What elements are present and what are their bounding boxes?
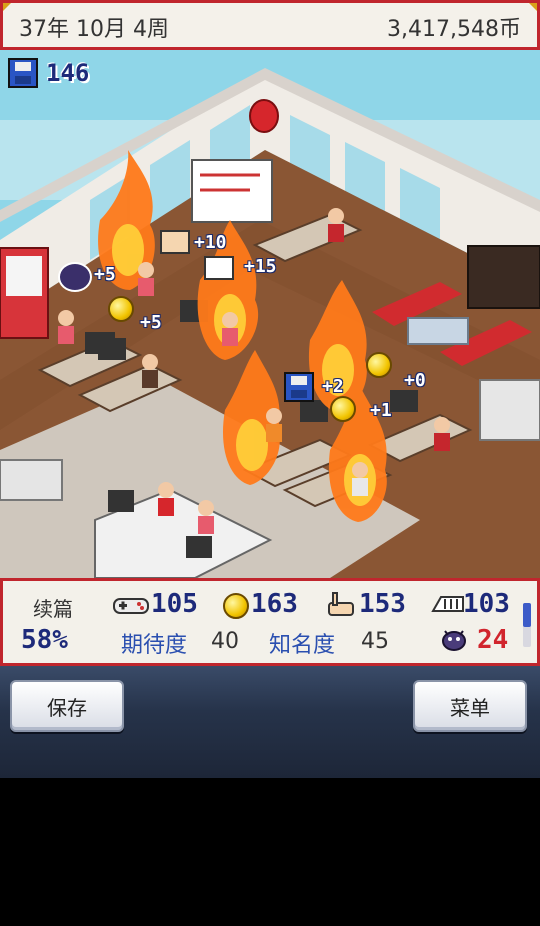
corner-ornament: [529, 3, 537, 11]
save-button-label: 保存: [47, 695, 87, 720]
bug-icon: [58, 262, 92, 292]
bug-icon: [442, 630, 466, 651]
sound-icon: [204, 256, 234, 280]
office-illustration: [0, 50, 540, 578]
controller-icon: [113, 598, 149, 614]
fame-value: 45: [361, 629, 389, 654]
graphics-hand-icon: [328, 592, 354, 616]
creativity-value: 163: [251, 589, 298, 619]
float-zero-plus: +0: [404, 370, 426, 391]
genre-label: 续篇: [33, 597, 73, 621]
fun-value: 105: [151, 589, 198, 619]
game-date: 37年 10月 4周: [19, 17, 169, 42]
bug-count: 24: [477, 625, 509, 655]
sound-value: 103: [463, 589, 510, 619]
scrollbar-thumb[interactable]: [523, 603, 531, 627]
save-button[interactable]: 保存: [10, 680, 124, 732]
stats-panel: 续篇 105 163 153 103 58% 期待度 40 知名度 45 24: [0, 578, 540, 666]
coin-icon: [223, 593, 249, 619]
office-scene[interactable]: 146 +5 +5 +10 +15 +2 +0 +1: [0, 50, 540, 578]
floppy-disk-icon: [8, 58, 38, 88]
float-one-plus: +1: [370, 400, 392, 421]
floppy-disk-icon: [284, 372, 314, 402]
graphics-hand-icon: [160, 230, 190, 254]
bottom-toolbar: 保存 菜单: [0, 666, 540, 778]
float-sound-plus: +15: [244, 256, 277, 277]
coin-icon: [366, 352, 392, 378]
float-save-plus: +2: [322, 376, 344, 397]
menu-button[interactable]: 菜单: [413, 680, 527, 732]
money-display: 3,417,548币: [387, 17, 521, 42]
coin-icon: [108, 296, 134, 322]
save-count-value: 146: [46, 59, 90, 87]
save-counter: 146: [8, 58, 89, 88]
float-bug-plus: +5: [94, 264, 116, 285]
status-bar: 37年 10月 4周 3,417,548币: [0, 0, 540, 50]
corner-ornament: [3, 3, 11, 11]
expectation-label: 期待度: [121, 633, 188, 658]
float-coin-plus: +5: [140, 312, 162, 333]
sound-icon: [431, 596, 464, 612]
graphics-value: 153: [359, 589, 406, 619]
progress-value: 58%: [21, 625, 68, 655]
coin-icon: [330, 396, 356, 422]
expectation-value: 40: [211, 629, 239, 654]
float-graphics-plus: +10: [194, 232, 227, 253]
menu-button-label: 菜单: [450, 695, 490, 720]
fame-label: 知名度: [269, 633, 336, 658]
stats-scrollbar[interactable]: [523, 603, 531, 647]
